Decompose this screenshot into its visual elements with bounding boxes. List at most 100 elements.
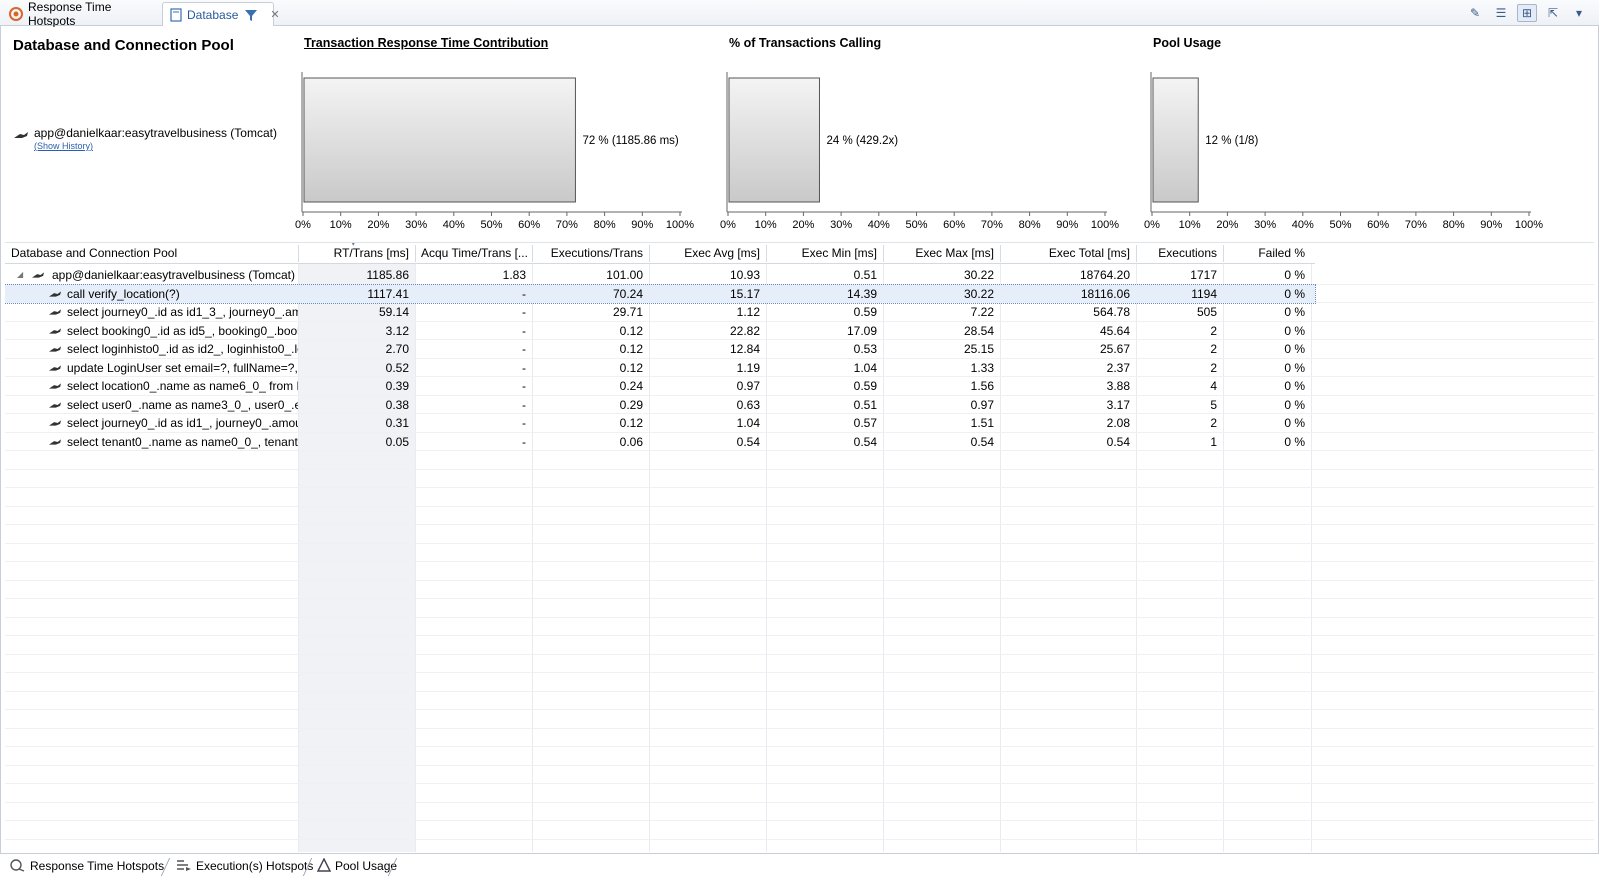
row-name: select tenant0_.name as name0_0_, tenant… [67, 434, 298, 449]
chart-svg: 0% 10% 20% 30% 40% 50% 60% 70% 80% 90% 100% 24 % (4… [720, 72, 1119, 231]
tab-response-time-hotspots[interactable]: Response Time Hotspots [2, 0, 160, 28]
row-name: select journey0_.id as id1_3_, journey0_… [67, 305, 298, 319]
column-resize-handle[interactable] [1000, 245, 1001, 262]
x-tick-label: 100% [1515, 219, 1543, 231]
database-icon [169, 7, 183, 23]
expand-toggle-icon[interactable]: ◢ [17, 266, 23, 285]
table-cell: 0.57 [853, 416, 877, 430]
row-divider [5, 616, 1594, 618]
x-tick-label: 40% [443, 219, 465, 231]
column-resize-handle[interactable] [766, 245, 767, 262]
column-header[interactable]: Exec Max [ms] [883, 243, 1000, 264]
table-cell: 0 % [1284, 360, 1305, 375]
x-tick-label: 60% [1367, 219, 1389, 231]
row-divider [5, 468, 1594, 470]
pool-usage-icon [316, 856, 332, 875]
column-header[interactable]: Database and Connection Pool [5, 243, 298, 264]
show-history-link[interactable]: (Show History) [34, 141, 277, 151]
table-row[interactable]: call verify_location(?) 1117.41 - 70.24 15.1… [5, 283, 1316, 304]
chart-title-transactions-calling[interactable]: % of Transactions Calling [729, 36, 881, 50]
table-cell: 3.17 [1106, 397, 1130, 412]
column-header[interactable]: Exec Min [ms] [766, 243, 883, 264]
table-cell: 0.12 [619, 416, 643, 430]
table-row[interactable]: select loginhisto0_.id as id2_, loginhis… [5, 340, 1315, 359]
tab-database[interactable]: Database ✕ [162, 2, 280, 26]
column-resize-handle[interactable] [415, 245, 416, 262]
table-row[interactable]: update LoginUser set email=?, fullName=?… [5, 359, 1315, 378]
name-cell: update LoginUser set email=?, fullName=?… [5, 359, 298, 378]
column-resize-handle[interactable] [298, 245, 299, 262]
table-cell: 2 [1210, 360, 1217, 375]
column-header[interactable]: Exec Avg [ms] [649, 243, 766, 264]
table-cell: - [522, 416, 526, 430]
table-cell: 2.37 [1106, 360, 1130, 375]
column-resize-handle[interactable] [883, 245, 884, 262]
table-row[interactable]: select booking0_.id as id5_, booking0_.b… [5, 322, 1315, 341]
row-name: update LoginUser set email=?, fullName=?… [67, 360, 298, 375]
name-cell: select journey0_.id as id1_, journey0_.a… [5, 414, 298, 433]
sql-statement-icon [49, 290, 61, 297]
table-row[interactable]: select journey0_.id as id1_, journey0_.a… [5, 414, 1315, 433]
name-cell: select tenant0_.name as name0_0_, tenant… [5, 433, 298, 452]
table-cell: 15.17 [729, 286, 760, 301]
column-resize-handle[interactable] [1136, 245, 1137, 262]
sql-statement-icon [49, 401, 61, 408]
export-icon[interactable]: ⇱ [1543, 4, 1563, 22]
row-divider [5, 690, 1594, 692]
column-header[interactable]: Acqu Time/Trans [... [415, 243, 532, 264]
x-tick-label: 0% [1144, 219, 1160, 231]
chart-title-response-contribution[interactable]: Transaction Response Time Contribution [304, 36, 548, 50]
column-resize-handle[interactable] [532, 245, 533, 262]
table-cell: 28.54 [963, 323, 994, 338]
column-header[interactable]: Executions [1136, 243, 1223, 264]
column-resize-handle[interactable] [649, 245, 650, 262]
table-cell: 29.71 [612, 305, 643, 319]
table-row[interactable]: select tenant0_.name as name0_0_, tenant… [5, 433, 1315, 452]
table-row[interactable]: select user0_.name as name3_0_, user0_.e… [5, 396, 1315, 415]
row-divider [5, 579, 1594, 581]
bottom-tab-executions-hotspots[interactable]: Execution(s) Hotspots [172, 856, 317, 876]
filter-icon[interactable] [244, 7, 258, 23]
tab-label: Response Time Hotspots [28, 0, 112, 28]
sql-statement-icon [49, 420, 61, 426]
response-contribution-chart: 0% 10% 20% 30% 40% 50% 60% 70% 80% 90% 100% 72 % (1… [295, 67, 702, 237]
table-cell: 0.51 [853, 397, 877, 412]
x-tick-label: 80% [1019, 219, 1041, 231]
table-row[interactable]: ◢ app@danielkaar:easytravelbusiness (Tomc… [5, 266, 1315, 285]
list-icon[interactable]: ☰ [1491, 4, 1511, 22]
column-header[interactable]: Executions/Trans [532, 243, 649, 264]
panel-title: Database and Connection Pool [13, 37, 234, 54]
bar[interactable] [303, 77, 576, 203]
chart-title-pool-usage[interactable]: Pool Usage [1153, 36, 1221, 50]
table-cell: 0.63 [736, 397, 760, 412]
bottom-tab-response-time-hotspots[interactable]: Response Time Hotspots [6, 856, 168, 876]
x-tick-label: 90% [1480, 219, 1502, 231]
table-cell: 45.64 [1099, 323, 1130, 338]
table-cell: 1.33 [970, 360, 994, 375]
tree-icon[interactable]: ⊞ [1517, 4, 1537, 22]
column-resize-handle[interactable] [1223, 245, 1224, 262]
edit-icon[interactable]: ✎ [1465, 4, 1485, 22]
table-row[interactable]: select location0_.name as name6_0_ from … [5, 377, 1315, 396]
table-cell: 0.53 [853, 342, 877, 356]
row-divider [5, 561, 1594, 562]
table-row[interactable]: select journey0_.id as id1_3_, journey0_… [5, 303, 1315, 322]
table-cell: - [522, 379, 526, 393]
view-toolbar: ✎ ☰ ⊞ ⇱ ▾ [1465, 4, 1589, 22]
view-menu-icon[interactable]: ▾ [1569, 4, 1589, 22]
bottom-tab-label: Pool Usage [335, 859, 398, 873]
column-header[interactable]: RT/Trans [ms] [298, 243, 415, 264]
agent-entry[interactable]: app@danielkaar:easytravelbusiness (Tomca… [13, 126, 277, 151]
column-header[interactable]: Failed % [1223, 243, 1311, 264]
table-cell: 2 [1210, 416, 1217, 430]
bar[interactable] [728, 77, 820, 203]
table-cell: 3.88 [1106, 379, 1130, 393]
close-icon[interactable]: ✕ [270, 8, 279, 21]
x-tick-label: 20% [367, 219, 389, 231]
column-header[interactable]: Exec Total [ms] [1000, 243, 1136, 264]
x-tick-label: 10% [1179, 219, 1201, 231]
row-divider [5, 764, 1594, 766]
row-divider [5, 709, 1594, 710]
row-divider [5, 487, 1594, 488]
bar[interactable] [1152, 77, 1199, 203]
